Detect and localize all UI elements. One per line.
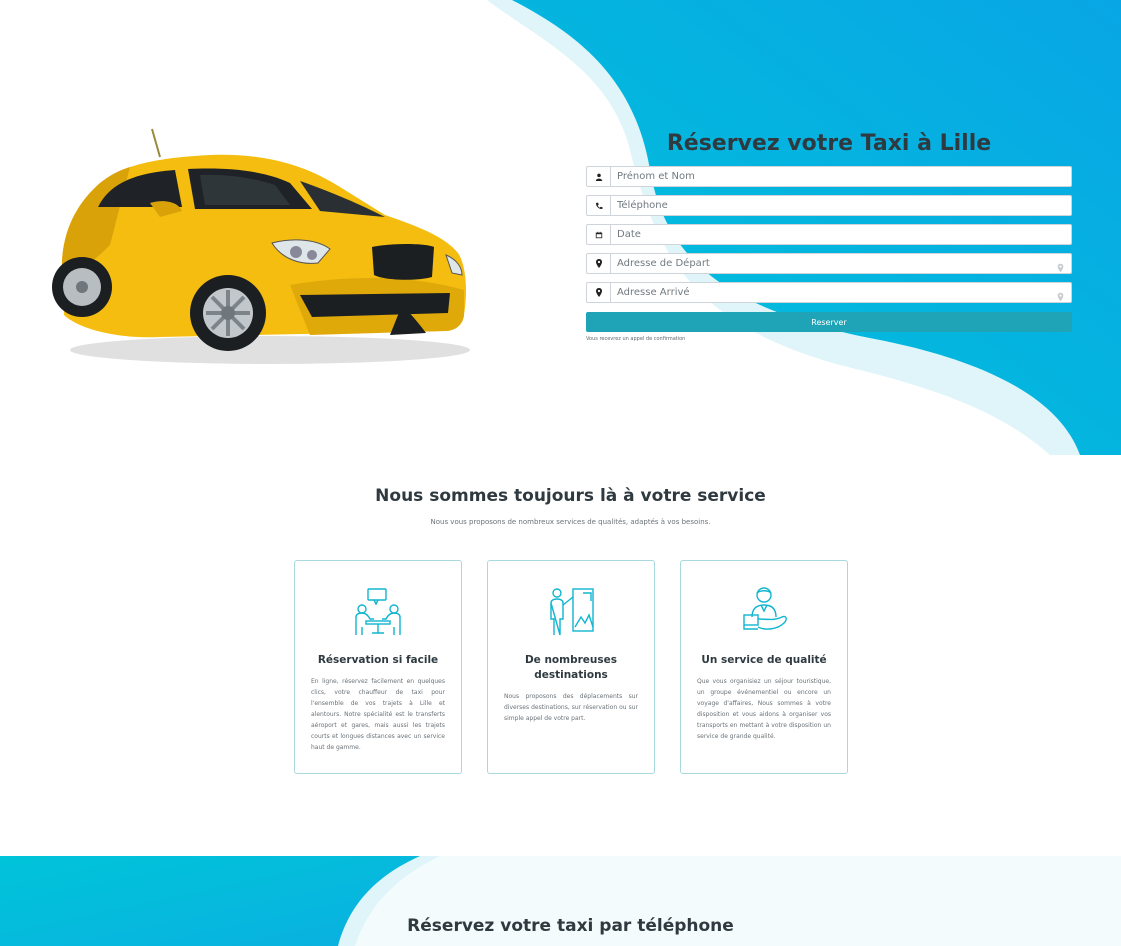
calendar-icon (587, 225, 611, 244)
arrival-field[interactable] (586, 282, 1072, 303)
services-title: Nous sommes toujours là à votre service (375, 486, 766, 506)
service-card-text: Que vous organisiez un séjour touristiqu… (697, 678, 831, 740)
service-card-text: Nous proposons des déplacements sur dive… (504, 693, 638, 722)
name-field[interactable] (586, 166, 1072, 187)
booking-title: Réservez votre Taxi à Lille (666, 131, 992, 156)
service-card-destinations: De nombreuses destinations Nous proposon… (487, 560, 655, 774)
phone-field[interactable] (586, 195, 1072, 216)
meeting-icon (355, 588, 401, 635)
reserve-button[interactable]: Reserver (586, 312, 1072, 332)
departure-field[interactable] (586, 253, 1072, 274)
user-icon (587, 167, 611, 186)
presentation-icon (550, 588, 594, 636)
map-pin-icon (587, 254, 611, 273)
arrival-input[interactable] (611, 283, 1071, 302)
booking-form: Réservez votre Taxi à Lille Prénom et No… (586, 128, 1072, 342)
service-card-title: Réservation si facile (317, 654, 439, 666)
confirmation-note: Vous recevrez un appel de confirmation (586, 336, 686, 342)
services-cards: Réservation si facile En ligne, réservez… (294, 560, 848, 774)
hero-section: Réservez votre Taxi à Lille Prénom et No… (0, 0, 1121, 455)
name-input[interactable] (611, 167, 1071, 186)
services-subtitle: Nous vous proposons de nombreux services… (430, 518, 711, 526)
service-card-title: De nombreuses destinations (524, 654, 618, 681)
phone-icon (587, 196, 611, 215)
service-card-booking: Réservation si facile En ligne, réservez… (294, 560, 462, 774)
date-field[interactable] (586, 224, 1072, 245)
date-input[interactable] (611, 225, 1071, 244)
taxi-car-image (52, 128, 470, 364)
service-card-quality: Un service de qualité Que vous organisie… (680, 560, 848, 774)
departure-input[interactable] (611, 254, 1071, 273)
service-person-icon (743, 587, 787, 630)
phone-booking-title: Réservez votre taxi par téléphone (407, 916, 734, 936)
phone-booking-section: Réservez votre taxi par téléphone (0, 856, 1121, 946)
location-pin-icon[interactable] (1057, 258, 1064, 277)
map-pin-icon (587, 283, 611, 302)
location-pin-icon[interactable] (1057, 287, 1064, 306)
phone-input[interactable] (611, 196, 1071, 215)
service-card-title: Un service de qualité (701, 654, 827, 666)
service-card-text: En ligne, réservez facilement en quelque… (311, 678, 445, 751)
